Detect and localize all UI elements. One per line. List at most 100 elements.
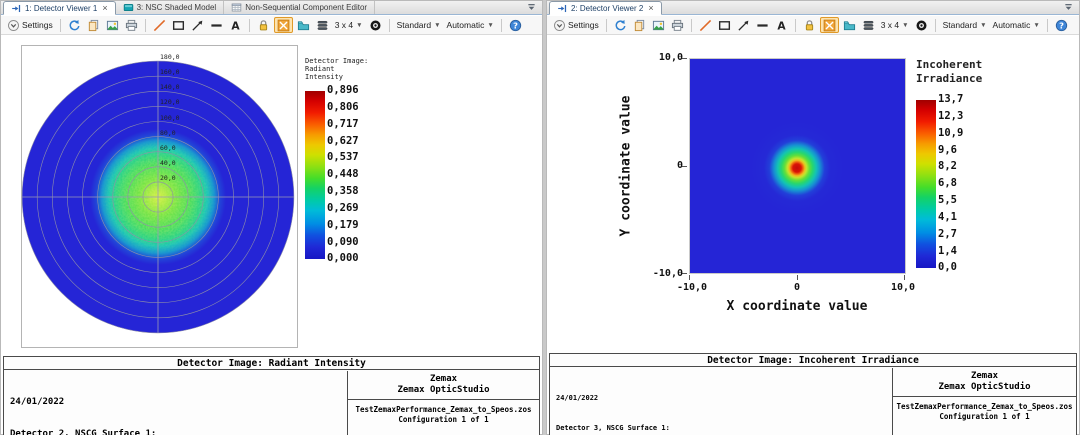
colorbar-tick: 13,7	[938, 93, 964, 105]
rectangle-icon	[718, 19, 731, 32]
tab-list-dropdown[interactable]	[526, 1, 540, 14]
help-button[interactable]	[1053, 17, 1070, 33]
plot-title: Detector Image: Incoherent Irradiance	[550, 354, 1076, 367]
y-tick-label: 0	[676, 160, 683, 171]
dash-annotation-button[interactable]	[754, 17, 771, 33]
line-annotation-button[interactable]	[151, 17, 168, 33]
grid-size-dropdown[interactable]: 3 x 4 ▼	[879, 17, 911, 33]
colorbar-tick: 12,3	[938, 110, 964, 122]
ring-label: 40,0	[160, 159, 176, 167]
brand-product: Zemax OpticStudio	[938, 382, 1031, 392]
tab-label: 3: NSC Shaded Model	[136, 3, 217, 12]
close-tab-icon[interactable]: ×	[648, 4, 653, 13]
left-toolbar: Settings 3 x 4 ▼ Standard ▼ Automatic ▼	[1, 16, 542, 35]
grid-size-dropdown[interactable]: 3 x 4 ▼	[333, 17, 365, 33]
text-annotation-button[interactable]	[773, 17, 790, 33]
pan-button[interactable]	[295, 17, 312, 33]
text-annotation-button[interactable]	[227, 17, 244, 33]
colorbar-tick: 2,7	[938, 228, 957, 240]
copy-icon	[633, 19, 646, 32]
refresh-icon	[68, 19, 81, 32]
toolbar-separator	[248, 18, 250, 32]
zoom-to-fit-button[interactable]	[273, 17, 293, 33]
tab-label: 2: Detector Viewer 2	[571, 3, 644, 13]
caret-down-icon: ▼	[487, 21, 494, 29]
y-tick-label: 10,0	[658, 52, 683, 63]
save-image-button[interactable]	[104, 17, 121, 33]
y-axis-label: Y coordinate value	[618, 95, 634, 237]
ring-label: 20,0	[160, 174, 176, 182]
print-button[interactable]	[669, 17, 686, 33]
settings-dropdown[interactable]: Settings	[551, 17, 601, 33]
arrow-annotation-button[interactable]	[735, 17, 752, 33]
colorbar-tick: 0,0	[938, 261, 957, 273]
colorbar-tick: 0,090	[327, 236, 359, 248]
tab-list-dropdown[interactable]	[1063, 1, 1077, 14]
record-button[interactable]	[913, 17, 930, 33]
settings-label: Settings	[568, 20, 599, 30]
save-image-button[interactable]	[650, 17, 667, 33]
help-icon	[509, 19, 522, 32]
colorbar-tick: 8,2	[938, 160, 957, 172]
tab-detector-viewer-2[interactable]: 2: Detector Viewer 2 ×	[549, 1, 662, 15]
ring-label: 100,0	[160, 114, 180, 122]
colorbar-gradient	[305, 91, 325, 259]
printer-icon	[671, 19, 684, 32]
caret-down-icon: ▼	[434, 21, 441, 29]
tab-nsc-shaded-model[interactable]: 3: NSC Shaded Model	[116, 1, 225, 14]
lock-button[interactable]	[801, 17, 818, 33]
ring-label: 180,0	[160, 53, 180, 61]
help-button[interactable]	[507, 17, 524, 33]
zoom-to-fit-button[interactable]	[819, 17, 839, 33]
line-annotation-button[interactable]	[697, 17, 714, 33]
layers-icon	[316, 19, 329, 32]
rectangle-annotation-button[interactable]	[170, 17, 187, 33]
standard-label: Standard	[942, 20, 978, 30]
toolbar-separator	[794, 18, 796, 32]
refresh-button[interactable]	[66, 17, 83, 33]
layers-button[interactable]	[314, 17, 331, 33]
print-button[interactable]	[123, 17, 140, 33]
zoom-fit-icon	[277, 19, 290, 32]
text-tool-icon	[775, 19, 788, 32]
tab-label: Non-Sequential Component Editor	[245, 3, 368, 12]
pan-button[interactable]	[841, 17, 858, 33]
refresh-button[interactable]	[612, 17, 629, 33]
lock-button[interactable]	[255, 17, 272, 33]
dash-annotation-button[interactable]	[208, 17, 225, 33]
standard-dropdown[interactable]: Standard ▼	[941, 17, 989, 33]
tab-nsc-component-editor[interactable]: Non-Sequential Component Editor	[224, 1, 376, 14]
colorbar-tick: 0,896	[327, 84, 359, 96]
tab-detector-viewer-1[interactable]: 1: Detector Viewer 1 ×	[3, 1, 116, 15]
detector-info-block: 24/01/2022 Detector 3, NSCG Surface 1: S…	[556, 373, 885, 435]
close-tab-icon[interactable]: ×	[102, 4, 107, 13]
copy-button[interactable]	[85, 17, 102, 33]
tab-overflow-icon	[526, 2, 537, 13]
colorbar-tick: 4,1	[938, 211, 957, 223]
right-footer: Detector Image: Incoherent Irradiance 24…	[549, 353, 1077, 435]
colorbar-tick: 0,448	[327, 168, 359, 180]
plot-title: Detector Image: Radiant Intensity	[4, 357, 539, 370]
automatic-dropdown[interactable]: Automatic ▼	[445, 17, 496, 33]
refresh-icon	[614, 19, 627, 32]
colorbar-tick: 0,627	[327, 135, 359, 147]
standard-dropdown[interactable]: Standard ▼	[395, 17, 443, 33]
colorbar-tick: 0,179	[327, 219, 359, 231]
arrow-icon	[737, 19, 750, 32]
editor-grid-icon	[231, 2, 242, 13]
record-icon	[915, 19, 928, 32]
record-button[interactable]	[367, 17, 384, 33]
settings-dropdown[interactable]: Settings	[5, 17, 55, 33]
printer-icon	[125, 19, 138, 32]
arrow-annotation-button[interactable]	[189, 17, 206, 33]
copy-button[interactable]	[631, 17, 648, 33]
brand-cell: Zemax Zemax OpticStudio TestZemaxPerform…	[347, 371, 539, 435]
rectangle-annotation-button[interactable]	[716, 17, 733, 33]
dash-icon	[210, 19, 223, 32]
dock-icon	[557, 3, 568, 14]
automatic-dropdown[interactable]: Automatic ▼	[991, 17, 1042, 33]
dash-icon	[756, 19, 769, 32]
info-detector: Detector 2, NSCG Surface 1:	[10, 428, 157, 435]
layers-button[interactable]	[860, 17, 877, 33]
ring-label: 160,0	[160, 68, 180, 76]
